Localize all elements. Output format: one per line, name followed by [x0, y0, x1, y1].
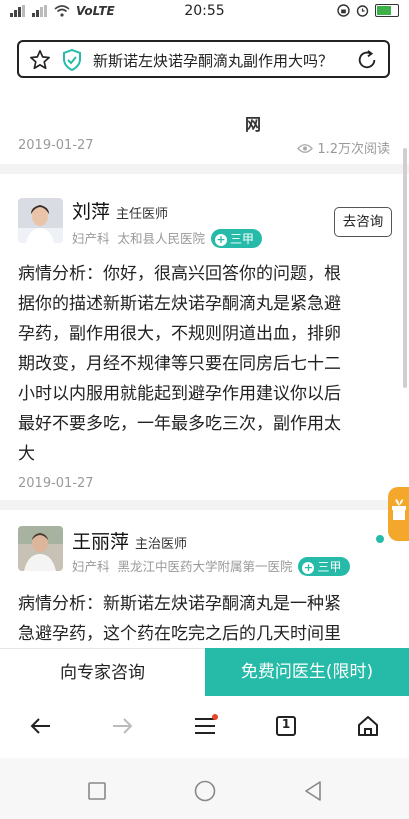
badge-label: 三甲 — [229, 232, 254, 246]
square-nav-icon[interactable] — [88, 782, 106, 800]
tab-count: 1 — [281, 717, 291, 731]
answer-line: 大 — [18, 444, 35, 464]
answer-date: 2019-01-27 — [18, 476, 94, 491]
lock-rotation-icon — [337, 4, 350, 17]
section-divider — [0, 164, 409, 174]
top-date: 2019-01-27 — [18, 138, 94, 153]
avatar[interactable] — [18, 198, 63, 243]
answer-line: 小时以内服用就能起到避孕作用建议你以后 — [18, 384, 341, 404]
battery-icon — [375, 4, 399, 17]
department: 妇产科 — [72, 559, 110, 574]
floating-dot — [376, 535, 384, 543]
ask-expert-button[interactable]: 向专家咨询 — [0, 648, 205, 696]
answer-line: 病情分析：你好，很高兴回答你的问题，根 — [18, 264, 341, 284]
hospital-grade-badge: + 三甲 — [298, 557, 350, 576]
floating-gift-tab[interactable] — [388, 487, 409, 541]
header-fade — [0, 88, 409, 136]
doctor-affiliation: 妇产科 黑龙江中医药大学附属第一医院 + 三甲 — [72, 556, 350, 576]
answer-line: 急避孕药，这个药在吃完之后的几天时间里 — [18, 624, 341, 644]
answer-text: 病情分析：新斯诺左炔诺孕酮滴丸是一种紧 急避孕药，这个药在吃完之后的几天时间里 — [18, 589, 396, 649]
status-bar: VoLTE 20:55 — [0, 0, 409, 24]
plus-icon: + — [214, 233, 227, 246]
consult-button[interactable]: 去咨询 — [334, 207, 392, 237]
search-query-text[interactable]: 新斯诺左炔诺孕酮滴丸副作用大吗？ — [93, 50, 333, 71]
forward-button[interactable] — [110, 714, 134, 742]
system-nav-bar — [0, 758, 409, 819]
circle-nav-icon[interactable] — [194, 780, 216, 802]
refresh-icon[interactable] — [356, 49, 378, 71]
answer-line: 期改变，月经不规律等只要在同房后七十二 — [18, 354, 341, 374]
doctor-name[interactable]: 王丽萍 — [72, 531, 129, 553]
forward-arrow-icon — [113, 718, 133, 734]
gift-icon — [392, 499, 406, 520]
triangle-back-nav-icon[interactable] — [304, 781, 322, 801]
badge-label: 三甲 — [317, 560, 342, 574]
doctor-name[interactable]: 刘萍 — [72, 201, 110, 223]
star-icon[interactable] — [29, 49, 51, 71]
answer-line: 孕药，副作用很大，不规则阴道出血，排卵 — [18, 324, 341, 344]
doctor-avatar-image — [18, 198, 63, 243]
home-button[interactable] — [356, 714, 380, 742]
section-divider — [0, 500, 409, 510]
home-icon — [358, 716, 378, 736]
menu-button[interactable] — [193, 714, 219, 742]
doctor-title: 主治医师 — [135, 537, 188, 552]
answer-line: 病情分析：新斯诺左炔诺孕酮滴丸是一种紧 — [18, 594, 341, 614]
action-bar: 向专家咨询 免费问医生(限时) — [0, 648, 409, 696]
answer-text: 病情分析：你好，很高兴回答你的问题，根 据你的描述新斯诺左炔诺孕酮滴丸是紧急避 … — [18, 259, 396, 469]
view-count-text: 1.2万次阅读 — [317, 142, 390, 157]
free-ask-doctor-button[interactable]: 免费问医生(限时) — [205, 648, 409, 696]
doctor-affiliation: 妇产科 太和县人民医院 + 三甲 — [72, 228, 262, 248]
view-count: 1.2万次阅读 — [297, 138, 390, 157]
alarm-icon — [356, 5, 369, 17]
plus-icon: + — [302, 561, 315, 574]
search-bar[interactable]: 新斯诺左炔诺孕酮滴丸副作用大吗？ — [17, 40, 390, 78]
answer-line: 最好不要多吃，一年最多吃三次，副作用太 — [18, 414, 341, 434]
doctor-header: 王丽萍 主治医师 — [72, 527, 187, 554]
doctor-header: 刘萍 主任医师 — [72, 197, 168, 224]
browser-toolbar: 1 — [0, 696, 409, 758]
doctor-title: 主任医师 — [116, 207, 169, 222]
back-button[interactable] — [29, 714, 53, 742]
tabs-button[interactable]: 1 — [274, 714, 298, 742]
hospital-grade-badge: + 三甲 — [210, 229, 262, 248]
answer-line: 据你的描述新斯诺左炔诺孕酮滴丸是紧急避 — [18, 294, 341, 314]
scrollbar[interactable] — [403, 148, 407, 388]
avatar[interactable] — [18, 526, 63, 571]
department: 妇产科 — [72, 231, 110, 246]
doctor-avatar-image — [18, 526, 63, 571]
hospital: 太和县人民医院 — [117, 231, 205, 246]
hospital: 黑龙江中医药大学附属第一医院 — [117, 559, 293, 574]
shield-check-icon — [63, 49, 81, 71]
menu-icon — [195, 714, 218, 734]
watermark-text: 网 — [245, 115, 262, 134]
status-right — [337, 4, 399, 17]
top-meta: 2019-01-27 1.2万次阅读 — [18, 138, 390, 158]
back-arrow-icon — [30, 718, 50, 734]
eye-icon — [297, 144, 314, 153]
